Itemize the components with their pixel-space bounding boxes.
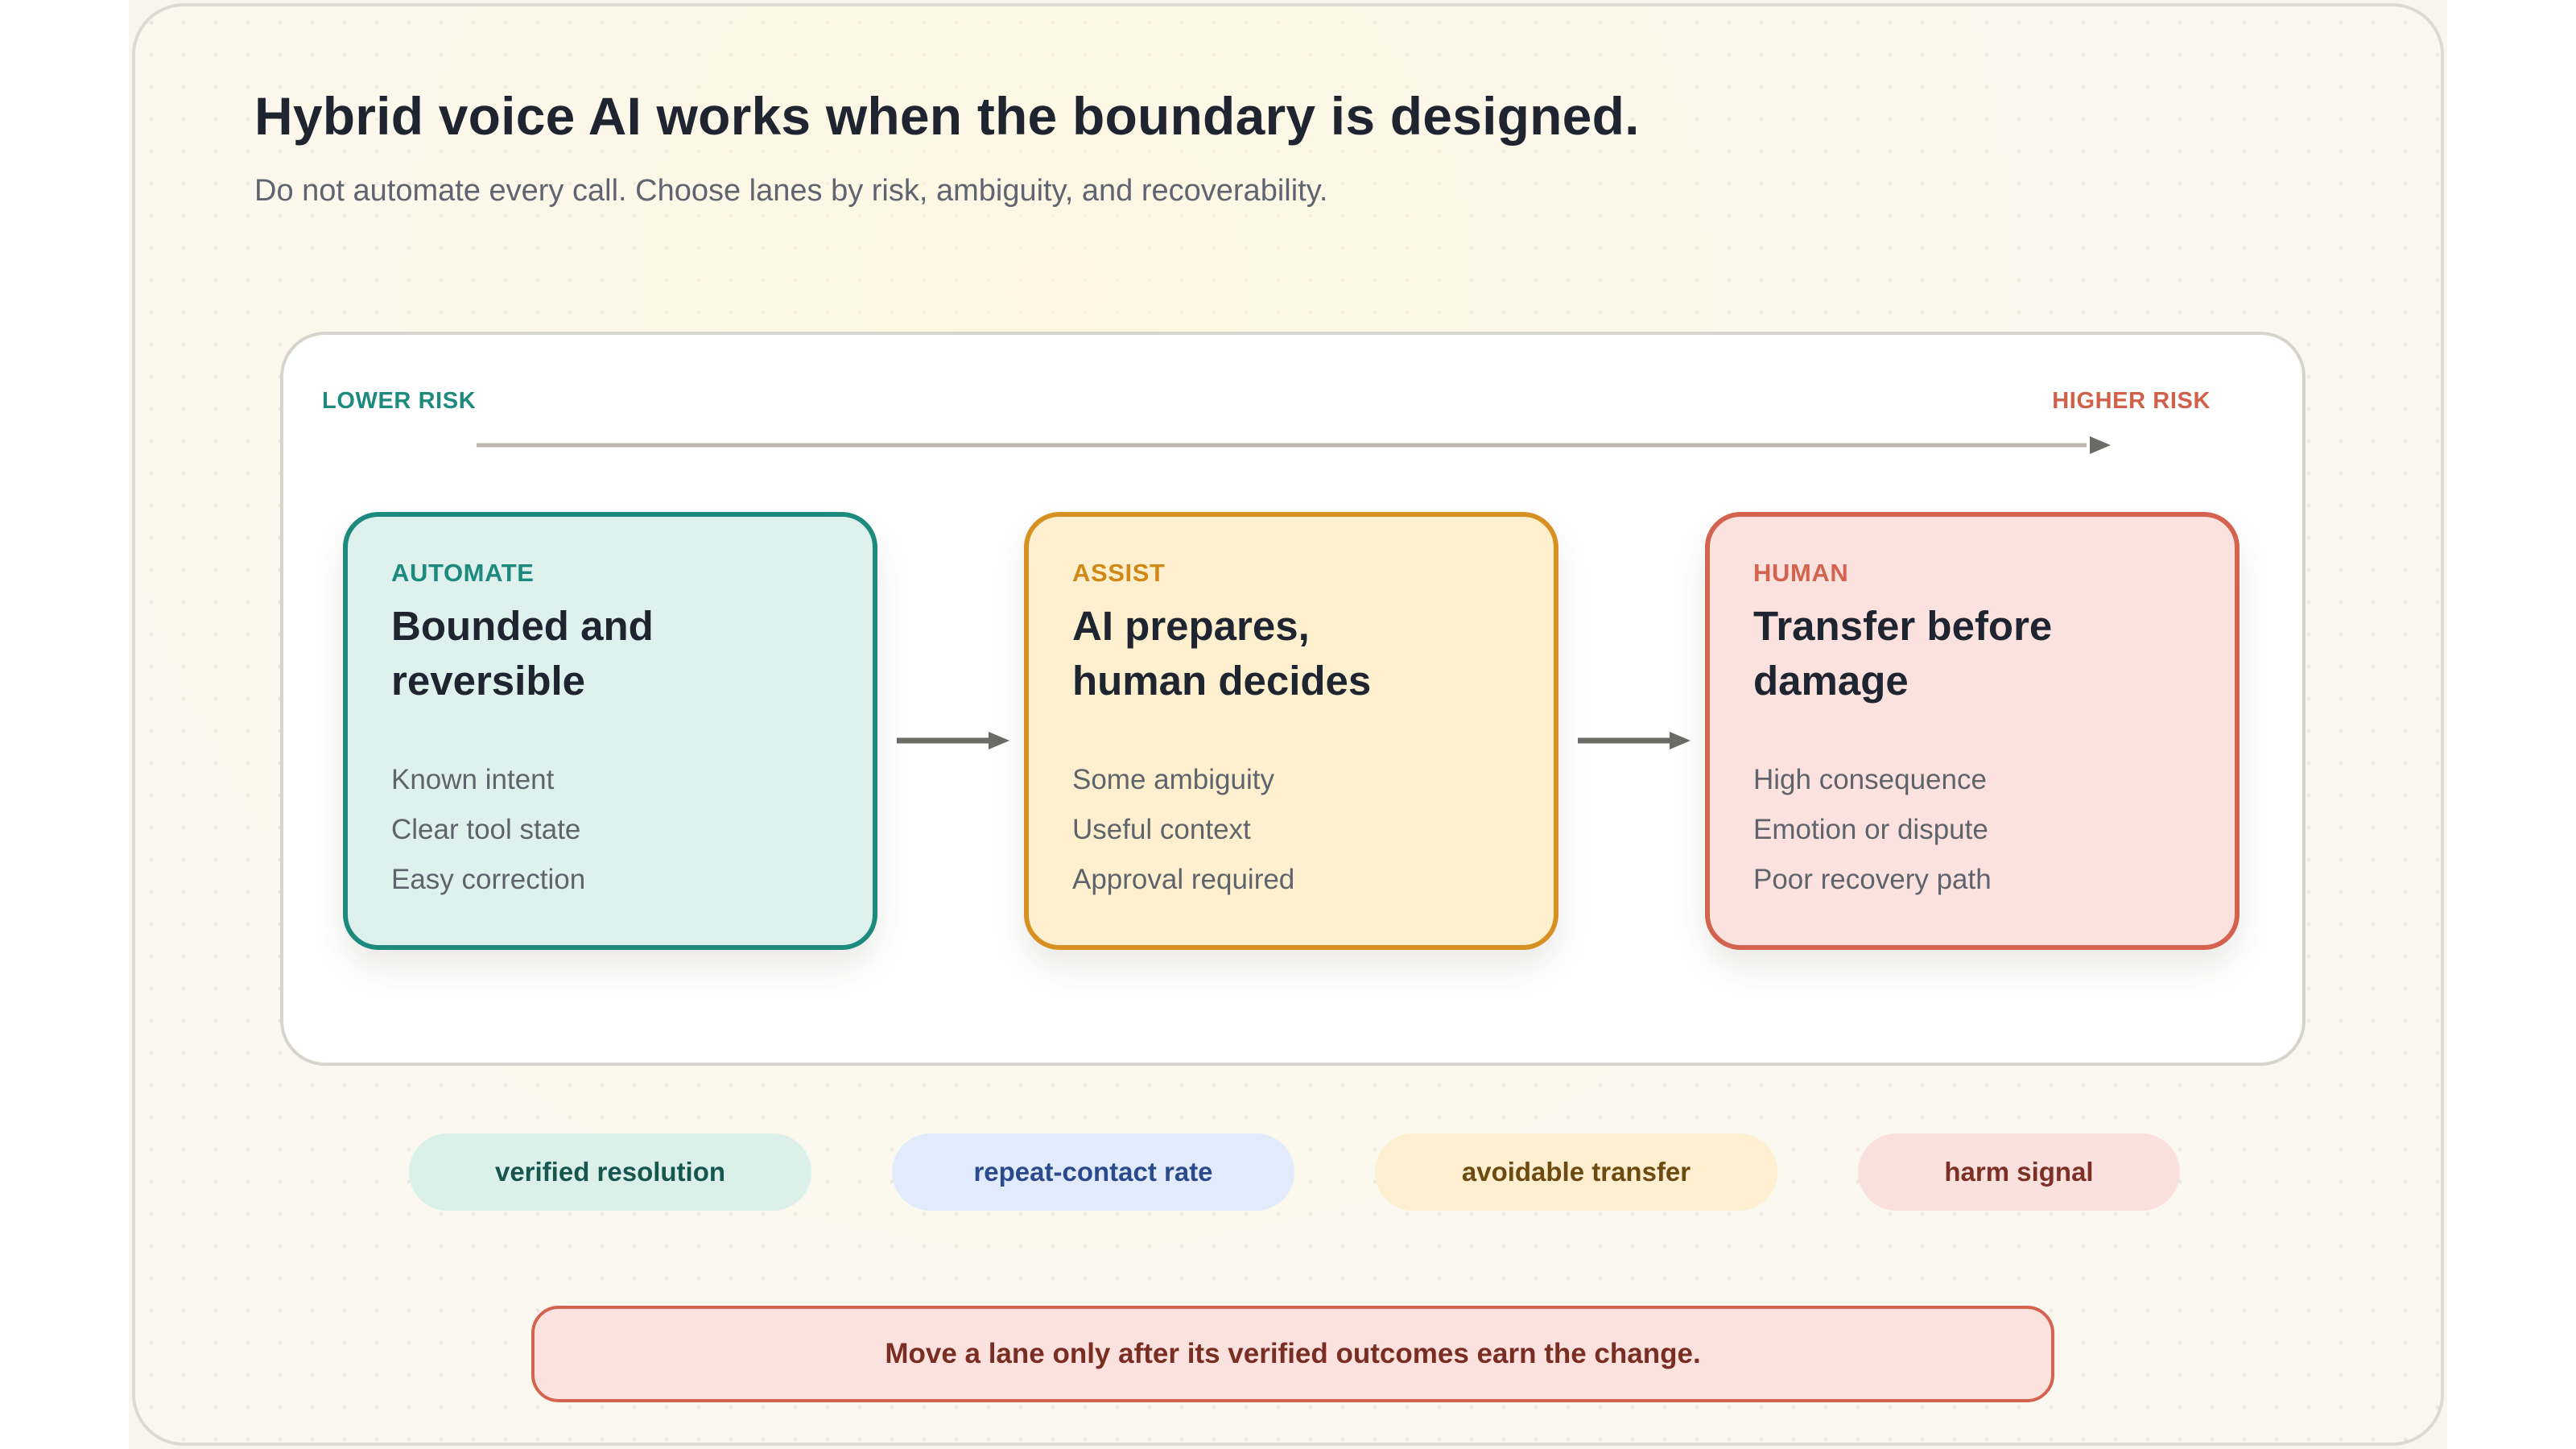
lane-point: Approval required [1072, 864, 1295, 895]
slide-card: Hybrid voice AI works when the boundary … [132, 3, 2444, 1446]
metric-pill: verified resolution [409, 1133, 811, 1211]
lane-point: Easy correction [391, 864, 586, 895]
metrics-row: verified resolution repeat-contact rate … [135, 1133, 2441, 1211]
lane-title-line: human decides [1072, 658, 1372, 704]
lane-title-line: Bounded and [391, 603, 654, 649]
lane-kicker: ASSIST [1072, 559, 1166, 587]
lane-points: Known intent Clear tool state Easy corre… [391, 755, 585, 905]
lane-points: High consequence Emotion or dispute Poor… [1753, 755, 1992, 905]
metric-pill: avoidable transfer [1375, 1133, 1777, 1211]
lane-title: Transfer before damage [1753, 599, 2204, 708]
callout-banner: Move a lane only after its verified outc… [531, 1306, 2054, 1402]
lane-point: Emotion or dispute [1753, 814, 1988, 845]
lane-point: Poor recovery path [1753, 864, 1992, 895]
lane-title: Bounded and reversible [391, 599, 842, 708]
lane-title-line: reversible [391, 658, 586, 704]
lane-point: High consequence [1753, 764, 1987, 795]
lane-point: Known intent [391, 764, 555, 795]
lane-title-line: AI prepares, [1072, 603, 1310, 649]
metric-pill: harm signal [1858, 1133, 2180, 1211]
page-title: Hybrid voice AI works when the boundary … [254, 86, 1640, 146]
metric-pill: repeat-contact rate [892, 1133, 1294, 1211]
lane-kicker: HUMAN [1753, 559, 1849, 587]
lane-assist: ASSIST AI prepares, human decides Some a… [1024, 512, 1558, 950]
lane-automate: AUTOMATE Bounded and reversible Known in… [343, 512, 877, 950]
lane-kicker: AUTOMATE [391, 559, 535, 587]
page: Hybrid voice AI works when the boundary … [0, 0, 2576, 1449]
flow-arrow-icon [897, 732, 1009, 749]
risk-axis-arrowhead [2090, 436, 2111, 454]
lower-risk-label: LOWER RISK [322, 388, 477, 414]
lane-point: Useful context [1072, 814, 1251, 845]
lane-point: Clear tool state [391, 814, 581, 845]
lane-title-line: damage [1753, 658, 1909, 704]
lane-point: Some ambiguity [1072, 764, 1274, 795]
flow-arrow-icon [1578, 732, 1690, 749]
lane-title: AI prepares, human decides [1072, 599, 1523, 708]
risk-axis-arrow [477, 436, 2111, 454]
lane-title-line: Transfer before [1753, 603, 2053, 649]
lane-points: Some ambiguity Useful context Approval r… [1072, 755, 1294, 905]
lane-human: HUMAN Transfer before damage High conseq… [1705, 512, 2240, 950]
slide-stage: Hybrid voice AI works when the boundary … [129, 0, 2447, 1449]
page-subtitle: Do not automate every call. Choose lanes… [254, 174, 1328, 208]
higher-risk-label: HIGHER RISK [2052, 388, 2211, 414]
lanes-panel: LOWER RISK HIGHER RISK AUTOMATE Bounded … [280, 332, 2306, 1066]
